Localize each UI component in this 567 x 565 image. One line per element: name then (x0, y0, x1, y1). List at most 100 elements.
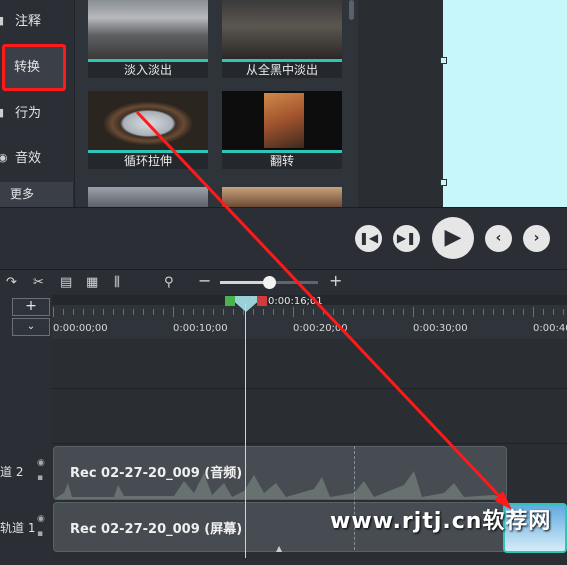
transition-tile-fade-from-black[interactable]: 从全黑中淡出 (222, 0, 342, 78)
transition-tile-partial[interactable] (88, 187, 208, 207)
paste-icon[interactable]: ▦ (86, 275, 98, 291)
ruler-tick (283, 309, 284, 315)
ruler-tick (543, 309, 544, 315)
ruler-label: 0:00:40 (533, 323, 567, 334)
ruler-tick (133, 309, 134, 315)
ruler-tick (343, 309, 344, 315)
zoom-slider-fill (220, 281, 269, 284)
ruler-tick (313, 309, 314, 315)
sidebar-item-audio-effects[interactable]: ◉ 音效 (0, 137, 74, 181)
step-back-icon[interactable]: ❚◀ (355, 225, 382, 252)
transition-label: 翻转 (222, 153, 342, 169)
sidebar-item-annotations[interactable]: ▮ 注释 (0, 0, 74, 44)
ruler-tick (493, 309, 494, 315)
redo-icon[interactable]: ↷ (6, 275, 17, 291)
transition-tile-fade[interactable]: 淡入淡出 (88, 0, 208, 78)
ruler-tick (223, 309, 224, 315)
ruler-label: 0:00:30;00 (413, 323, 468, 334)
visibility-icon[interactable]: ◉ (37, 458, 45, 468)
next-marker-icon[interactable]: › (523, 225, 550, 252)
sidebar-item-behaviors[interactable]: ▮ 行为 (0, 92, 74, 136)
transitions-library: 淡入淡出 从全黑中淡出 循环拉伸 翻转 (80, 0, 354, 207)
ruler-tick (113, 309, 114, 315)
add-track-button[interactable]: + (12, 298, 50, 316)
ruler-tick (513, 309, 514, 315)
playhead-line[interactable] (245, 303, 246, 558)
ruler-tick (143, 309, 144, 315)
audio-clip[interactable]: Rec 02-27-20_009 (音频) (53, 446, 507, 500)
transition-tile-loop-stretch[interactable]: 循环拉伸 (88, 91, 208, 169)
collapse-tracks-button[interactable]: ⌄ (12, 318, 50, 336)
copy-icon[interactable]: ▤ (60, 275, 72, 291)
clip-title: Rec 02-27-20_009 (屏幕) (70, 522, 243, 537)
ruler-tick (303, 309, 304, 315)
resize-handle[interactable] (440, 179, 447, 186)
ruler-tick (363, 309, 364, 315)
annotation-icon: ▮ (0, 14, 5, 27)
ruler-tick (173, 307, 174, 317)
ruler-tick (323, 309, 324, 315)
ruler-tick (83, 309, 84, 315)
resize-handle[interactable] (440, 57, 447, 64)
cut-icon[interactable]: ✂ (33, 275, 44, 291)
thumbnail-image (222, 187, 342, 207)
thumbnail-image (88, 187, 208, 207)
thumbnail-image (222, 0, 342, 59)
ruler-tick (103, 309, 104, 315)
ruler-tick (563, 309, 564, 315)
ruler-tick (463, 309, 464, 315)
ruler-tick (423, 309, 424, 315)
ruler-tick (263, 309, 264, 315)
preview-canvas[interactable] (443, 0, 567, 207)
ruler-tick (253, 309, 254, 315)
zoom-out-button[interactable]: − (198, 273, 211, 289)
ruler-tick (443, 309, 444, 315)
transition-label: 从全黑中淡出 (222, 62, 342, 78)
clip-marker-icon: ▲ (276, 544, 283, 553)
play-icon[interactable]: ▶ (432, 217, 474, 259)
lock-icon[interactable]: ▪ (37, 473, 43, 483)
zoom-slider-handle[interactable] (263, 276, 276, 289)
ruler-tick (63, 309, 64, 315)
previous-marker-icon[interactable]: ‹ (485, 225, 512, 252)
watermark-text: www.rjtj.cn软荐网 (330, 509, 552, 534)
ruler-tick (483, 309, 484, 315)
lock-icon[interactable]: ▪ (37, 529, 43, 539)
transition-tile-partial[interactable] (222, 187, 342, 207)
ruler-tick (403, 309, 404, 315)
ruler-tick (73, 309, 74, 315)
ruler-tick (203, 309, 204, 315)
ruler-tick (293, 307, 294, 317)
track-2-header[interactable]: 道 2 ◉ ▪ (0, 458, 45, 483)
transition-tile-flip[interactable]: 翻转 (222, 91, 342, 169)
playback-bar: ❚◀ ▶❚ ▶ ‹ › (0, 207, 567, 270)
thumbnail-image (88, 91, 208, 150)
sidebar-item-transitions[interactable]: 转换 (0, 46, 74, 90)
ruler-tick (153, 309, 154, 315)
behavior-icon: ▮ (0, 106, 5, 119)
step-forward-icon[interactable]: ▶❚ (393, 225, 420, 252)
ruler-label: 0:00:10;00 (173, 323, 228, 334)
ruler-tick (333, 309, 334, 315)
tools-sidebar: ▮ 注释 转换 ▮ 行为 ◉ 音效 更多 (0, 0, 75, 207)
clip-title: Rec 02-27-20_009 (音频) (70, 466, 243, 481)
ruler-tick (393, 309, 394, 315)
ruler-tick (523, 309, 524, 315)
library-scrollbar[interactable] (349, 0, 354, 20)
zoom-in-button[interactable]: + (329, 273, 342, 289)
track-1-header[interactable]: 轨道 1 ◉ ▪ (0, 514, 45, 539)
empty-track-lane (52, 339, 567, 389)
selection-start-handle[interactable] (225, 296, 235, 306)
ruler-tick (433, 309, 434, 315)
audio-effect-icon: ◉ (0, 151, 8, 164)
ruler-tick (53, 307, 54, 317)
more-label: 更多 (10, 187, 35, 201)
split-icon[interactable]: ⫼ (114, 275, 120, 291)
ruler-tick (353, 309, 354, 315)
more-button[interactable]: 更多 (0, 182, 73, 207)
ruler-tick (413, 307, 414, 317)
selection-end-handle[interactable] (257, 296, 267, 306)
ruler-tick (553, 309, 554, 315)
add-track-label: + (25, 298, 37, 314)
visibility-icon[interactable]: ◉ (37, 514, 45, 524)
